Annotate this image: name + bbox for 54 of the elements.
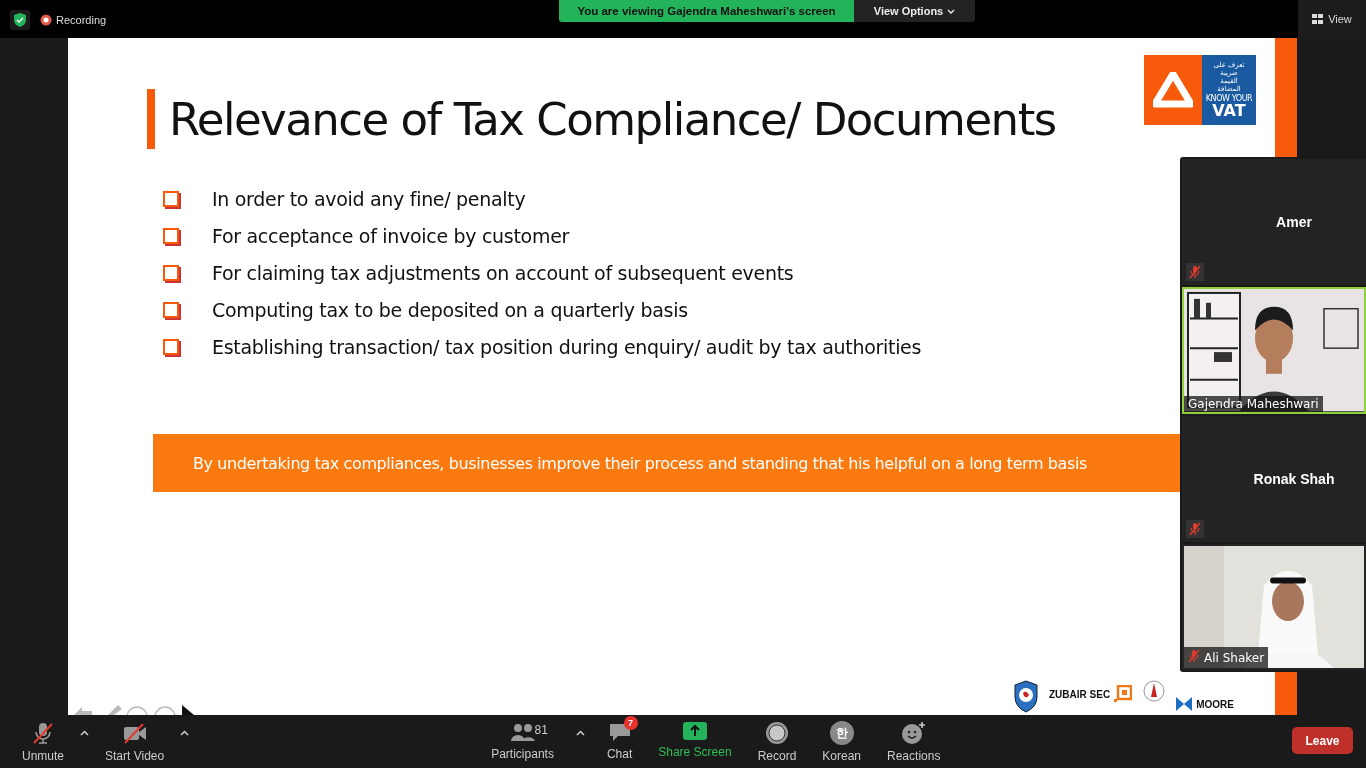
chat-button[interactable]: 7 Chat <box>598 715 641 768</box>
bullet-text: For claiming tax adjustments on account of subsequent events <box>212 262 794 284</box>
muted-microphone-icon <box>1188 649 1200 663</box>
view-options-button[interactable]: View Options <box>854 0 975 22</box>
slide-title: Relevance of Tax Compliance/ Documents <box>169 92 1056 146</box>
bullet-text: In order to avoid any fine/ penalty <box>212 188 526 210</box>
screen-share-banner: You are viewing Gajendra Maheshwari's screen <box>559 0 854 22</box>
unmute-button[interactable]: Unmute <box>14 715 73 768</box>
logo-text: MOORE <box>1196 698 1234 710</box>
checkbox-bullet-icon <box>163 191 179 207</box>
start-video-button[interactable]: Start Video <box>97 715 173 768</box>
logo-text: ZUBAIR SEC <box>1049 688 1111 700</box>
banner-text: By undertaking tax compliances, businesses improve their process and standing that his helpful on a long term basis <box>193 453 1087 473</box>
language-button[interactable]: 한 Korean <box>814 715 870 768</box>
video-tile[interactable]: Ali Shaker <box>1182 543 1366 670</box>
logo-text: VAT <box>1212 103 1246 119</box>
leave-button[interactable]: Leave <box>1292 727 1353 754</box>
shield-check-icon <box>10 10 30 30</box>
checkbox-bullet-icon <box>163 228 179 244</box>
language-icon: 한 <box>829 721 854 745</box>
participant-count: 81 <box>534 723 548 737</box>
chevron-down-icon <box>947 8 956 14</box>
record-button[interactable]: Record <box>749 715 805 768</box>
grid-icon <box>1312 14 1324 24</box>
share-screen-icon <box>681 721 708 741</box>
bullet-text: For acceptance of invoice by customer <box>212 225 570 247</box>
video-tile[interactable]: Ronak Shah <box>1182 415 1366 542</box>
bullet-text: Computing tax to be deposited on a quarterly basis <box>212 299 688 321</box>
participant-name: Gajendra Maheshwari <box>1188 396 1319 411</box>
checkbox-bullet-icon <box>163 265 179 281</box>
checkbox-bullet-icon <box>163 339 179 355</box>
video-tile[interactable]: Gajendra Maheshwari <box>1182 287 1366 414</box>
record-dot-icon <box>40 14 52 26</box>
squares-logo-icon <box>1114 685 1133 703</box>
view-button[interactable]: View <box>1298 0 1366 38</box>
smiley-plus-icon <box>900 721 927 745</box>
participant-name: Ronak Shah <box>1253 470 1335 487</box>
emblem-logo-icon <box>1142 679 1167 705</box>
people-icon <box>509 721 536 743</box>
title-accent-bar <box>147 89 155 149</box>
moore-logo-icon <box>1176 697 1193 711</box>
chat-bubble-icon <box>607 721 632 743</box>
bullet-text: Establishing transaction/ tax position during enquiry/ audit by tax authorities <box>212 336 922 358</box>
unread-badge: 7 <box>623 716 638 730</box>
logo-text: KNOW YOUR <box>1205 94 1253 103</box>
recording-label: Recording <box>56 14 107 26</box>
record-icon <box>765 721 789 745</box>
participant-name: Amer <box>1276 214 1312 231</box>
participants-button[interactable]: 81 Participants <box>483 715 562 768</box>
video-tile[interactable]: Amer <box>1182 159 1366 286</box>
reactions-button[interactable]: Reactions <box>879 715 949 768</box>
share-button[interactable]: Share Screen <box>650 715 740 768</box>
participant-name: Ali Shaker <box>1204 650 1265 665</box>
checkbox-bullet-icon <box>163 302 179 318</box>
